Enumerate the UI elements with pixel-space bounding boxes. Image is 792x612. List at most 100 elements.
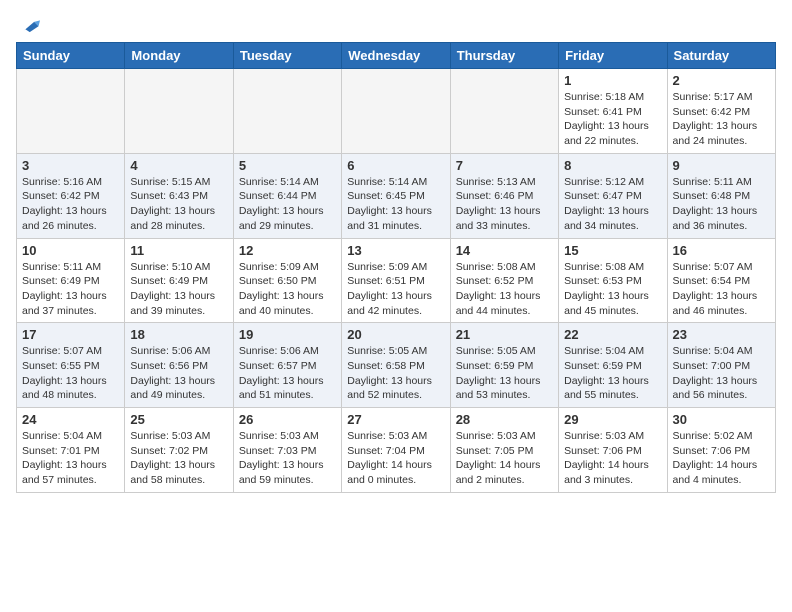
day-info: Sunrise: 5:07 AM Sunset: 6:55 PM Dayligh…	[22, 344, 119, 403]
calendar-week-row: 10Sunrise: 5:11 AM Sunset: 6:49 PM Dayli…	[17, 238, 776, 323]
calendar-cell: 4 Sunrise: 5:15 AM Sunset: 6:43 PM Daylig…	[125, 153, 233, 238]
day-info: Sunrise: 5:04 AM Sunset: 7:01 PM Dayligh…	[22, 429, 119, 488]
day-number: 10	[22, 243, 119, 258]
calendar-week-row: 24 Sunrise: 5:04 AM Sunset: 7:01 PM Dayli…	[17, 408, 776, 493]
day-number: 4	[130, 158, 227, 173]
calendar-cell: 7 Sunrise: 5:13 AM Sunset: 6:46 PM Daylig…	[450, 153, 558, 238]
calendar-cell: 23 Sunrise: 5:04 AM Sunset: 7:00 PM Dayli…	[667, 323, 775, 408]
day-info: Sunrise: 5:11 AM Sunset: 6:48 PM Dayligh…	[673, 175, 770, 234]
calendar-cell: 13 Sunrise: 5:09 AM Sunset: 6:51 PM Dayli…	[342, 238, 450, 323]
calendar-cell	[233, 69, 341, 154]
day-info: Sunrise: 5:09 AM Sunset: 6:51 PM Dayligh…	[347, 260, 444, 319]
calendar-day-header: Monday	[125, 43, 233, 69]
calendar-cell: 21 Sunrise: 5:05 AM Sunset: 6:59 PM Dayli…	[450, 323, 558, 408]
day-info: Sunrise: 5:08 AM Sunset: 6:53 PM Dayligh…	[564, 260, 661, 319]
day-number: 2	[673, 73, 770, 88]
day-number: 17	[22, 327, 119, 342]
calendar-cell: 24 Sunrise: 5:04 AM Sunset: 7:01 PM Dayli…	[17, 408, 125, 493]
day-info: Sunrise: 5:03 AM Sunset: 7:05 PM Dayligh…	[456, 429, 553, 488]
day-number: 22	[564, 327, 661, 342]
day-number: 29	[564, 412, 661, 427]
calendar-cell	[342, 69, 450, 154]
calendar-cell: 3Sunrise: 5:16 AM Sunset: 6:42 PM Daylig…	[17, 153, 125, 238]
day-info: Sunrise: 5:05 AM Sunset: 6:58 PM Dayligh…	[347, 344, 444, 403]
calendar-cell	[17, 69, 125, 154]
day-number: 28	[456, 412, 553, 427]
day-number: 1	[564, 73, 661, 88]
day-info: Sunrise: 5:10 AM Sunset: 6:49 PM Dayligh…	[130, 260, 227, 319]
day-info: Sunrise: 5:06 AM Sunset: 6:57 PM Dayligh…	[239, 344, 336, 403]
day-number: 13	[347, 243, 444, 258]
calendar-cell: 11 Sunrise: 5:10 AM Sunset: 6:49 PM Dayli…	[125, 238, 233, 323]
calendar-table: SundayMondayTuesdayWednesdayThursdayFrid…	[16, 42, 776, 493]
calendar-cell: 29 Sunrise: 5:03 AM Sunset: 7:06 PM Dayli…	[559, 408, 667, 493]
day-info: Sunrise: 5:05 AM Sunset: 6:59 PM Dayligh…	[456, 344, 553, 403]
day-info: Sunrise: 5:13 AM Sunset: 6:46 PM Dayligh…	[456, 175, 553, 234]
day-number: 21	[456, 327, 553, 342]
day-info: Sunrise: 5:03 AM Sunset: 7:04 PM Dayligh…	[347, 429, 444, 488]
logo-bird-icon	[18, 16, 40, 38]
day-number: 23	[673, 327, 770, 342]
day-number: 24	[22, 412, 119, 427]
calendar-cell	[125, 69, 233, 154]
calendar-week-row: 1 Sunrise: 5:18 AM Sunset: 6:41 PM Daylig…	[17, 69, 776, 154]
day-number: 8	[564, 158, 661, 173]
calendar-day-header: Wednesday	[342, 43, 450, 69]
calendar-cell: 19 Sunrise: 5:06 AM Sunset: 6:57 PM Dayli…	[233, 323, 341, 408]
day-info: Sunrise: 5:12 AM Sunset: 6:47 PM Dayligh…	[564, 175, 661, 234]
calendar-cell	[450, 69, 558, 154]
calendar-cell: 28 Sunrise: 5:03 AM Sunset: 7:05 PM Dayli…	[450, 408, 558, 493]
day-info: Sunrise: 5:15 AM Sunset: 6:43 PM Dayligh…	[130, 175, 227, 234]
calendar-cell: 26 Sunrise: 5:03 AM Sunset: 7:03 PM Dayli…	[233, 408, 341, 493]
calendar-day-header: Friday	[559, 43, 667, 69]
calendar-cell: 9 Sunrise: 5:11 AM Sunset: 6:48 PM Daylig…	[667, 153, 775, 238]
calendar-cell: 25 Sunrise: 5:03 AM Sunset: 7:02 PM Dayli…	[125, 408, 233, 493]
day-number: 9	[673, 158, 770, 173]
calendar-cell: 2 Sunrise: 5:17 AM Sunset: 6:42 PM Daylig…	[667, 69, 775, 154]
day-info: Sunrise: 5:18 AM Sunset: 6:41 PM Dayligh…	[564, 90, 661, 149]
day-number: 20	[347, 327, 444, 342]
page-header	[16, 16, 776, 34]
day-info: Sunrise: 5:16 AM Sunset: 6:42 PM Dayligh…	[22, 175, 119, 234]
calendar-cell: 1 Sunrise: 5:18 AM Sunset: 6:41 PM Daylig…	[559, 69, 667, 154]
day-info: Sunrise: 5:08 AM Sunset: 6:52 PM Dayligh…	[456, 260, 553, 319]
day-number: 5	[239, 158, 336, 173]
calendar-day-header: Saturday	[667, 43, 775, 69]
logo	[16, 16, 40, 34]
day-number: 30	[673, 412, 770, 427]
day-number: 12	[239, 243, 336, 258]
day-number: 6	[347, 158, 444, 173]
day-number: 26	[239, 412, 336, 427]
day-info: Sunrise: 5:04 AM Sunset: 7:00 PM Dayligh…	[673, 344, 770, 403]
day-info: Sunrise: 5:07 AM Sunset: 6:54 PM Dayligh…	[673, 260, 770, 319]
calendar-cell: 30 Sunrise: 5:02 AM Sunset: 7:06 PM Dayli…	[667, 408, 775, 493]
day-info: Sunrise: 5:06 AM Sunset: 6:56 PM Dayligh…	[130, 344, 227, 403]
calendar-cell: 22 Sunrise: 5:04 AM Sunset: 6:59 PM Dayli…	[559, 323, 667, 408]
day-number: 19	[239, 327, 336, 342]
calendar-day-header: Tuesday	[233, 43, 341, 69]
day-info: Sunrise: 5:17 AM Sunset: 6:42 PM Dayligh…	[673, 90, 770, 149]
day-info: Sunrise: 5:09 AM Sunset: 6:50 PM Dayligh…	[239, 260, 336, 319]
calendar-cell: 8 Sunrise: 5:12 AM Sunset: 6:47 PM Daylig…	[559, 153, 667, 238]
calendar-cell: 17 Sunrise: 5:07 AM Sunset: 6:55 PM Dayli…	[17, 323, 125, 408]
calendar-cell: 5 Sunrise: 5:14 AM Sunset: 6:44 PM Daylig…	[233, 153, 341, 238]
day-info: Sunrise: 5:03 AM Sunset: 7:06 PM Dayligh…	[564, 429, 661, 488]
day-info: Sunrise: 5:02 AM Sunset: 7:06 PM Dayligh…	[673, 429, 770, 488]
calendar-cell: 12 Sunrise: 5:09 AM Sunset: 6:50 PM Dayli…	[233, 238, 341, 323]
calendar-cell: 27 Sunrise: 5:03 AM Sunset: 7:04 PM Dayli…	[342, 408, 450, 493]
day-info: Sunrise: 5:04 AM Sunset: 6:59 PM Dayligh…	[564, 344, 661, 403]
day-number: 7	[456, 158, 553, 173]
calendar-cell: 20 Sunrise: 5:05 AM Sunset: 6:58 PM Dayli…	[342, 323, 450, 408]
day-info: Sunrise: 5:03 AM Sunset: 7:03 PM Dayligh…	[239, 429, 336, 488]
day-number: 18	[130, 327, 227, 342]
calendar-cell: 10Sunrise: 5:11 AM Sunset: 6:49 PM Dayli…	[17, 238, 125, 323]
day-number: 27	[347, 412, 444, 427]
day-info: Sunrise: 5:03 AM Sunset: 7:02 PM Dayligh…	[130, 429, 227, 488]
day-number: 25	[130, 412, 227, 427]
day-number: 14	[456, 243, 553, 258]
calendar-cell: 14 Sunrise: 5:08 AM Sunset: 6:52 PM Dayli…	[450, 238, 558, 323]
day-info: Sunrise: 5:14 AM Sunset: 6:44 PM Dayligh…	[239, 175, 336, 234]
calendar-cell: 6Sunrise: 5:14 AM Sunset: 6:45 PM Daylig…	[342, 153, 450, 238]
calendar-week-row: 17 Sunrise: 5:07 AM Sunset: 6:55 PM Dayli…	[17, 323, 776, 408]
day-number: 11	[130, 243, 227, 258]
